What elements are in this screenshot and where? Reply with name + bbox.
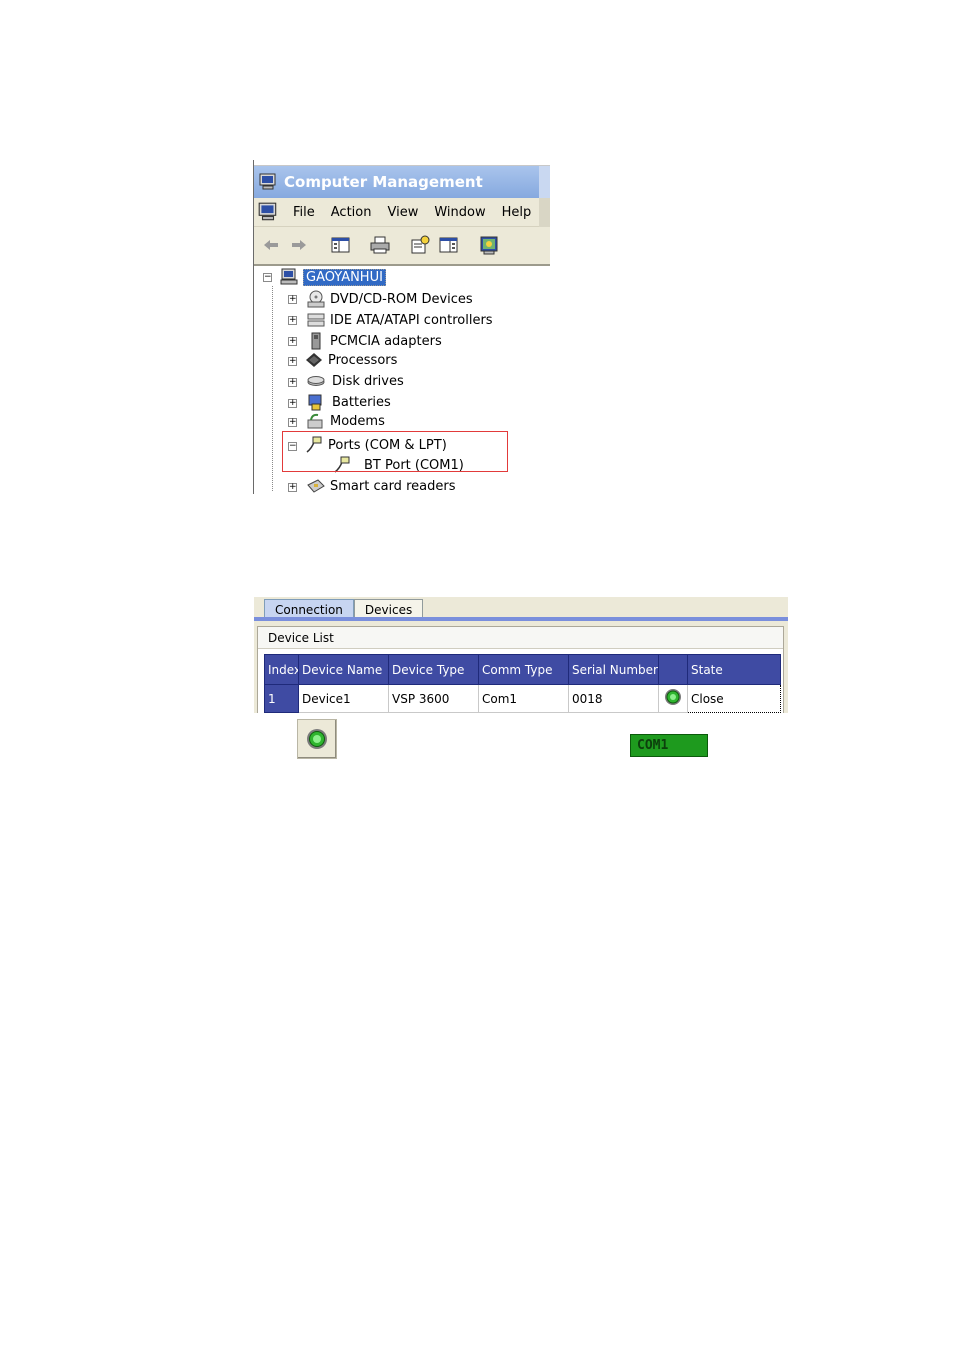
cell-comm-type: Com1	[478, 684, 569, 713]
processor-icon	[306, 353, 322, 367]
cell-state[interactable]: Close	[687, 684, 781, 713]
com-port-badge: COM1	[630, 734, 708, 757]
tree-item-processors[interactable]: Processors	[304, 351, 397, 369]
computer-management-window: Computer Management File Action View Win…	[253, 160, 550, 494]
tab-connection[interactable]: Connection	[264, 599, 354, 619]
smart-card-icon	[307, 479, 325, 493]
device-table: Index Device Name Device Type Comm Type …	[264, 654, 781, 713]
expand-toggle[interactable]: +	[288, 357, 297, 366]
menu-action[interactable]: Action	[323, 205, 380, 220]
battery-icon	[308, 394, 322, 411]
tree-item-label: Modems	[330, 413, 385, 429]
properties-icon[interactable]	[409, 235, 431, 255]
expand-toggle[interactable]: +	[288, 399, 297, 408]
collapse-root-toggle[interactable]: −	[263, 273, 272, 282]
forward-arrow-icon[interactable]	[288, 235, 310, 255]
tree-item-label: Disk drives	[332, 373, 404, 389]
tree-item-label: PCMCIA adapters	[330, 333, 442, 349]
tree-item-label: Smart card readers	[330, 478, 456, 494]
menu-window[interactable]: Window	[426, 205, 493, 220]
green-led-icon	[665, 689, 681, 705]
cd-drive-icon	[307, 290, 325, 308]
tree-item-label: Processors	[328, 352, 398, 368]
window-title: Computer Management	[284, 173, 483, 191]
table-row[interactable]: 1 Device1 VSP 3600 Com1 0018 Close	[264, 684, 781, 713]
computer-icon	[259, 173, 276, 190]
expand-toggle[interactable]: +	[288, 316, 297, 325]
connect-led-button[interactable]	[297, 719, 337, 759]
pcmcia-icon	[311, 332, 321, 350]
tab-underline	[254, 617, 788, 621]
tree-item-label: Batteries	[332, 394, 391, 410]
cell-index: 1	[264, 684, 299, 713]
tree-item-modems[interactable]: Modems	[306, 412, 385, 430]
green-led-icon	[307, 729, 327, 749]
computer-icon	[280, 268, 298, 285]
menu-bar: File Action View Window Help	[254, 198, 550, 227]
cell-serial-number: 0018	[568, 684, 659, 713]
computer-icon[interactable]	[257, 202, 279, 222]
modem-icon	[307, 413, 323, 429]
expand-toggle[interactable]: +	[288, 378, 297, 387]
tree-root[interactable]: GAOYANHUI	[279, 268, 386, 286]
back-arrow-icon[interactable]	[260, 235, 282, 255]
cell-status-icon[interactable]	[658, 684, 688, 713]
tree-item-disk-drives[interactable]: Disk drives	[306, 372, 404, 390]
help-pane-icon[interactable]	[438, 235, 460, 255]
expand-toggle[interactable]: +	[288, 337, 297, 346]
tree-item-pcmcia[interactable]: PCMCIA adapters	[306, 332, 442, 350]
column-header[interactable]: Comm Type	[478, 654, 569, 685]
column-header[interactable]	[658, 654, 688, 685]
column-header[interactable]: State	[687, 654, 781, 685]
title-bar: Computer Management	[254, 166, 550, 198]
tab-devices[interactable]: Devices	[353, 599, 424, 619]
disk-drive-icon	[307, 376, 325, 386]
computer-screen-icon[interactable]	[478, 235, 500, 255]
toolbar	[254, 227, 550, 266]
tree-item-dvd-cdrom[interactable]: DVD/CD-ROM Devices	[306, 290, 473, 308]
expand-toggle[interactable]: +	[288, 483, 297, 492]
print-icon[interactable]	[369, 235, 391, 255]
device-list-title: Device List	[258, 627, 783, 649]
column-header[interactable]: Device Type	[388, 654, 479, 685]
tree-item-label: DVD/CD-ROM Devices	[330, 291, 473, 307]
expand-toggle[interactable]: +	[288, 295, 297, 304]
tree-item-label: IDE ATA/ATAPI controllers	[330, 312, 493, 328]
ports-highlight-box	[282, 431, 508, 472]
column-header[interactable]: Index	[264, 654, 299, 685]
cell-device-type: VSP 3600	[388, 684, 479, 713]
menu-view[interactable]: View	[379, 205, 426, 220]
tree-item-batteries[interactable]: Batteries	[306, 393, 391, 411]
table-header-row: Index Device Name Device Type Comm Type …	[264, 654, 781, 685]
tree-item-ide-controllers[interactable]: IDE ATA/ATAPI controllers	[306, 311, 493, 329]
menu-file[interactable]: File	[285, 205, 323, 220]
ide-controller-icon	[307, 313, 325, 327]
tab-strip: Connection Devices	[264, 599, 424, 619]
connection-panel: Connection Devices Device List Index Dev…	[254, 597, 788, 713]
expand-toggle[interactable]: +	[288, 418, 297, 427]
menu-help[interactable]: Help	[494, 205, 540, 220]
column-header[interactable]: Serial Number	[568, 654, 659, 685]
column-header[interactable]: Device Name	[298, 654, 389, 685]
cell-device-name: Device1	[298, 684, 389, 713]
tree-item-smart-card-readers[interactable]: Smart card readers	[306, 477, 455, 494]
tree-root-label: GAOYANHUI	[303, 268, 386, 286]
show-hide-tree-icon[interactable]	[330, 235, 352, 255]
device-list-panel: Device List Index Device Name Device Typ…	[257, 626, 784, 713]
